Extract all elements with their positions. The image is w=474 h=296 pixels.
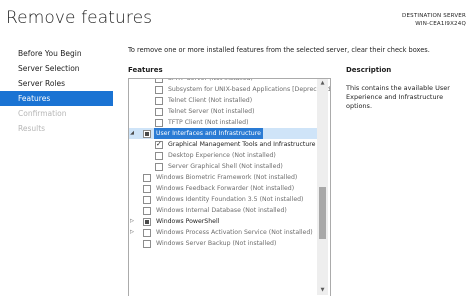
nav-item-results: Results (18, 124, 46, 133)
feature-checkbox[interactable] (143, 207, 151, 215)
feature-label: Windows Server Backup (Not installed) (156, 240, 277, 247)
wizard-nav: Before You Begin Server Selection Server… (0, 46, 113, 136)
feature-label: Server Graphical Shell (Not installed) (168, 163, 283, 170)
feature-checkbox[interactable] (155, 119, 163, 127)
feature-checkbox[interactable] (155, 152, 163, 160)
feature-checkbox[interactable] (143, 130, 151, 138)
feature-row[interactable]: Windows Internal Database (Not installed… (129, 205, 319, 216)
instructions-text: To remove one or more installed features… (128, 46, 430, 54)
feature-row[interactable]: ◢ User Interfaces and Infrastructure (129, 128, 319, 139)
feature-label: TFTP Client (Not installed) (168, 119, 249, 126)
feature-checkbox[interactable] (143, 218, 151, 226)
scroll-up-arrow-icon[interactable]: ▲ (317, 79, 328, 88)
feature-checkbox[interactable] (155, 79, 163, 83)
feature-row[interactable]: Server Graphical Shell (Not installed) (129, 161, 319, 172)
feature-checkbox[interactable] (155, 97, 163, 105)
feature-row[interactable]: TFTP Client (Not installed) (129, 117, 319, 128)
feature-row[interactable]: Telnet Server (Not installed) (129, 106, 319, 117)
expand-arrow-icon[interactable]: ▷ (129, 216, 135, 227)
feature-label: Windows Internal Database (Not installed… (156, 207, 287, 214)
nav-item-server-roles[interactable]: Server Roles (0, 76, 113, 91)
wizard-header: Remove features DESTINATION SERVER WIN-C… (0, 0, 474, 38)
feature-checkbox[interactable] (143, 240, 151, 248)
destination-server-name: WIN-CEA1I9X24Q (415, 21, 466, 27)
feature-checkbox[interactable] (155, 86, 163, 94)
feature-row[interactable]: Windows Identity Foundation 3.5 (Not ins… (129, 194, 319, 205)
feature-label: User Interfaces and Infrastructure (154, 128, 263, 139)
collapse-arrow-icon[interactable]: ◢ (129, 128, 135, 139)
feature-label: Subsystem for UNIX-based Applications [D… (168, 86, 331, 93)
feature-label: Telnet Server (Not installed) (168, 108, 255, 115)
feature-checkbox[interactable] (143, 174, 151, 182)
page-title: Remove features (6, 8, 153, 28)
feature-label: Windows Biometric Framework (Not install… (156, 174, 298, 181)
scroll-down-arrow-icon[interactable]: ▼ (317, 286, 328, 295)
features-tree: SMTP Server (Not installed) Subsystem for… (128, 78, 331, 296)
feature-label: Windows Feedback Forwarder (Not installe… (156, 185, 295, 192)
feature-label: Windows PowerShell (156, 218, 220, 225)
feature-row[interactable]: Desktop Experience (Not installed) (129, 150, 319, 161)
feature-checkbox[interactable] (155, 108, 163, 116)
feature-row[interactable]: Telnet Client (Not installed) (129, 95, 319, 106)
feature-row[interactable]: Subsystem for UNIX-based Applications [D… (129, 84, 330, 95)
feature-row[interactable]: Graphical Management Tools and Infrastru… (129, 139, 319, 150)
expand-arrow-icon[interactable]: ▷ (129, 227, 135, 238)
feature-checkbox[interactable] (143, 229, 151, 237)
feature-row[interactable]: ▷ Windows Process Activation Service (Not… (129, 227, 319, 238)
features-scrollbar[interactable]: ▲ ▼ (317, 79, 328, 295)
feature-row[interactable]: Windows Biometric Framework (Not install… (129, 172, 319, 183)
feature-label: Graphical Management Tools and Infrastru… (168, 141, 316, 148)
feature-label: Windows Identity Foundation 3.5 (Not ins… (156, 196, 304, 203)
destination-server-label: DESTINATION SERVER (402, 13, 466, 19)
nav-item-confirmation: Confirmation (18, 109, 67, 118)
features-heading: Features (128, 66, 163, 74)
description-heading: Description (346, 66, 392, 74)
feature-label: Telnet Client (Not installed) (168, 97, 253, 104)
nav-item-server-selection[interactable]: Server Selection (0, 61, 113, 76)
feature-label: Desktop Experience (Not installed) (168, 152, 276, 159)
feature-checkbox[interactable] (155, 163, 163, 171)
feature-row[interactable]: ▷ Windows PowerShell (129, 216, 319, 227)
scroll-thumb[interactable] (319, 187, 326, 239)
feature-checkbox[interactable] (155, 139, 163, 150)
feature-row[interactable]: Windows Feedback Forwarder (Not installe… (129, 183, 319, 194)
feature-label: Windows Process Activation Service (Not … (156, 229, 313, 236)
feature-row[interactable]: Windows Server Backup (Not installed) (129, 238, 319, 249)
feature-checkbox[interactable] (143, 185, 151, 193)
nav-item-features[interactable]: Features (0, 91, 113, 106)
nav-item-before-you-begin[interactable]: Before You Begin (0, 46, 113, 61)
description-text: This contains the available User Experie… (346, 84, 450, 110)
feature-checkbox[interactable] (143, 196, 151, 204)
